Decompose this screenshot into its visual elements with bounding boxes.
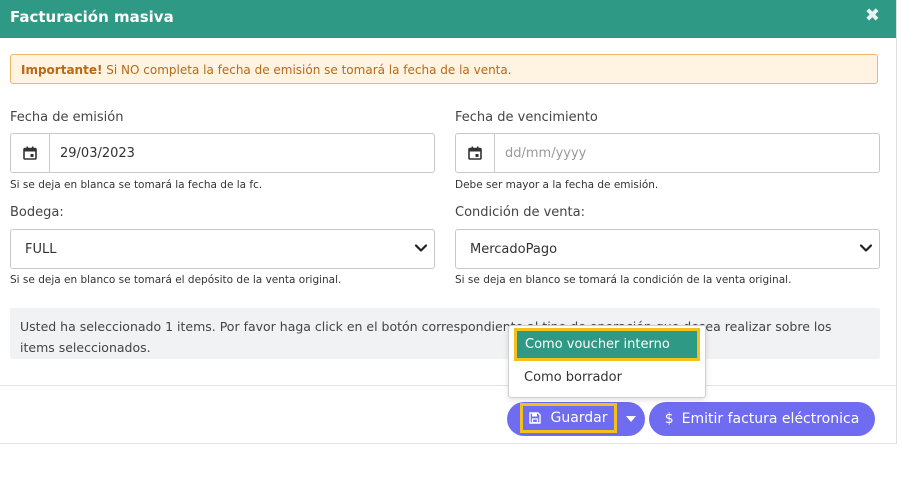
dollar-icon: $	[664, 411, 674, 427]
bodega-help: Si se deja en blanco se tomará el depósi…	[10, 274, 342, 286]
save-button[interactable]: Guardar	[520, 403, 617, 433]
selection-info: Usted ha seleccionado 1 items. Por favor…	[10, 308, 880, 359]
alert-text: Si NO completa la fecha de emisión se to…	[102, 63, 512, 77]
fecha-vencimiento-label: Fecha de vencimiento	[455, 110, 598, 125]
bodega-select[interactable]: FULL	[10, 229, 435, 269]
condicion-selected-value: MercadoPago	[470, 242, 558, 257]
condicion-select[interactable]: MercadoPago	[455, 229, 880, 269]
footer-divider	[0, 385, 896, 386]
fecha-emision-field[interactable]: 29/03/2023	[10, 133, 435, 173]
floppy-disk-icon	[529, 412, 542, 424]
menu-item-voucher-interno[interactable]: Como voucher interno	[514, 328, 700, 361]
emit-invoice-button[interactable]: $ Emitir factura eléctronica	[649, 402, 875, 436]
calendar-icon[interactable]	[456, 134, 495, 172]
modal-title: Facturación masiva	[10, 8, 174, 26]
fecha-vencimiento-input[interactable]: dd/mm/yyyy	[505, 146, 586, 161]
bodega-label: Bodega:	[10, 205, 64, 220]
fecha-emision-help: Si se deja en blanca se tomará la fecha …	[10, 179, 263, 191]
modal-dialog: Facturación masiva ✖ Importante! Si NO c…	[0, 0, 897, 444]
calendar-icon[interactable]	[11, 134, 50, 172]
modal-header: Facturación masiva ✖	[0, 0, 896, 38]
condicion-label: Condición de venta:	[455, 205, 585, 220]
chevron-down-icon	[859, 244, 873, 252]
close-icon[interactable]: ✖	[865, 7, 880, 25]
condicion-help: Si se deja en blanco se tomará la condic…	[455, 274, 792, 286]
caret-down-icon	[626, 416, 636, 422]
fecha-vencimiento-field[interactable]: dd/mm/yyyy	[455, 133, 880, 173]
save-options-menu: Como voucher interno Como borrador	[508, 325, 706, 398]
bodega-selected-value: FULL	[25, 242, 57, 257]
important-alert: Importante! Si NO completa la fecha de e…	[10, 54, 878, 84]
fecha-vencimiento-help: Debe ser mayor a la fecha de emisión.	[455, 179, 659, 191]
save-label: Guardar	[550, 410, 608, 426]
fecha-emision-input[interactable]: 29/03/2023	[60, 146, 135, 161]
menu-item-borrador[interactable]: Como borrador	[524, 370, 622, 385]
save-dropdown-toggle[interactable]	[622, 410, 640, 428]
alert-strong: Importante!	[21, 63, 103, 77]
emit-label: Emitir factura eléctronica	[681, 411, 860, 427]
fecha-emision-label: Fecha de emisión	[10, 110, 124, 125]
chevron-down-icon	[414, 244, 428, 252]
